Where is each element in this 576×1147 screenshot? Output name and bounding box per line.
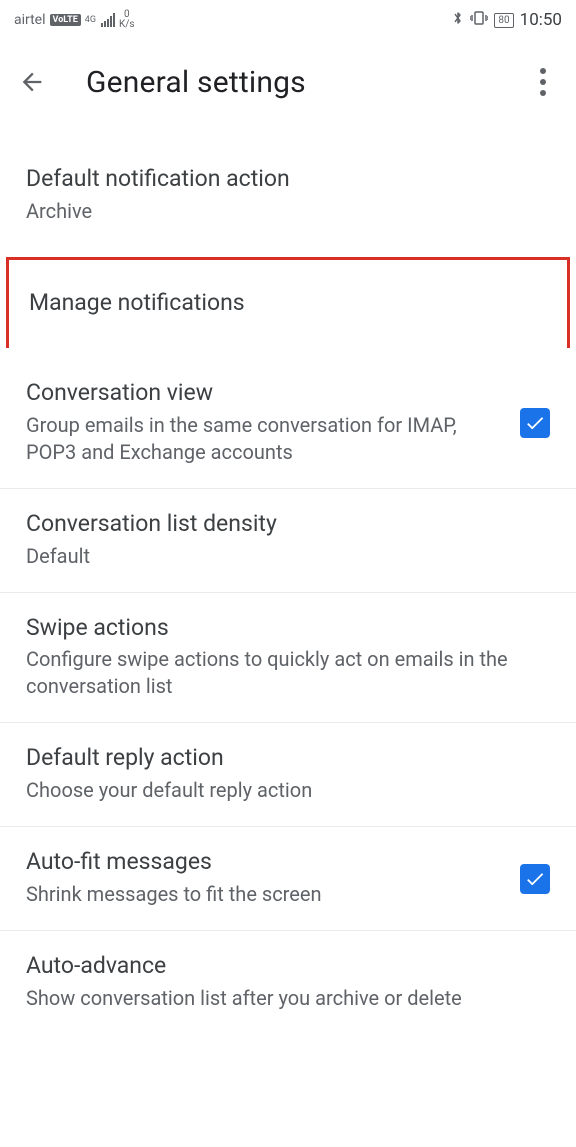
carrier-label: airtel: [14, 12, 46, 28]
item-title: Manage notifications: [29, 288, 547, 318]
network-type: 4G: [85, 16, 96, 25]
back-button[interactable]: [14, 58, 62, 106]
item-title: Swipe actions: [26, 613, 550, 643]
auto-advance-item[interactable]: Auto-advance Show conversation list afte…: [0, 931, 576, 1034]
item-title: Default notification action: [26, 164, 550, 194]
auto-fit-messages-item[interactable]: Auto-fit messages Shrink messages to fit…: [0, 827, 576, 931]
item-title: Conversation list density: [26, 509, 550, 539]
item-title: Default reply action: [26, 743, 550, 773]
item-title: Conversation view: [26, 378, 550, 408]
arrow-back-icon: [18, 68, 46, 96]
more-button[interactable]: [528, 62, 558, 102]
item-title: Auto-advance: [26, 951, 550, 981]
check-icon: [524, 412, 546, 434]
conversation-list-density-item[interactable]: Conversation list density Default: [0, 489, 576, 593]
conversation-view-checkbox[interactable]: [520, 408, 550, 438]
page-title: General settings: [86, 65, 306, 100]
item-title: Auto-fit messages: [26, 847, 550, 877]
item-subtitle: Default: [26, 543, 550, 570]
status-bar: airtel VoLTE 4G 0 K/s 80 10:50: [0, 0, 576, 40]
volte-badge: VoLTE: [50, 14, 81, 26]
conversation-view-item[interactable]: Conversation view Group emails in the sa…: [0, 358, 576, 489]
more-icon-dot: [540, 90, 546, 96]
item-subtitle: Archive: [26, 198, 550, 225]
net-speed: 0 K/s: [119, 10, 135, 30]
vibrate-icon: [470, 11, 488, 29]
item-subtitle: Configure swipe actions to quickly act o…: [26, 646, 550, 700]
default-notification-action-item[interactable]: Default notification action Archive: [0, 144, 576, 247]
time-label: 10:50: [520, 10, 562, 30]
swipe-actions-item[interactable]: Swipe actions Configure swipe actions to…: [0, 593, 576, 724]
more-icon-dot: [540, 68, 546, 74]
signal-icon: [101, 13, 115, 27]
item-subtitle: Shrink messages to fit the screen: [26, 881, 550, 908]
bluetooth-icon: [452, 10, 464, 30]
check-icon: [524, 868, 546, 890]
default-reply-action-item[interactable]: Default reply action Choose your default…: [0, 723, 576, 827]
status-right: 80 10:50: [452, 10, 562, 30]
item-subtitle: Group emails in the same conversation fo…: [26, 412, 550, 466]
status-left: airtel VoLTE 4G 0 K/s: [14, 10, 135, 30]
item-subtitle: Choose your default reply action: [26, 777, 550, 804]
item-subtitle: Show conversation list after you archive…: [26, 985, 550, 1012]
auto-fit-checkbox[interactable]: [520, 864, 550, 894]
battery-icon: 80: [494, 13, 513, 28]
manage-notifications-item[interactable]: Manage notifications: [6, 257, 570, 348]
more-icon-dot: [540, 79, 546, 85]
app-header: General settings: [0, 40, 576, 124]
settings-list: Default notification action Archive Mana…: [0, 124, 576, 1034]
